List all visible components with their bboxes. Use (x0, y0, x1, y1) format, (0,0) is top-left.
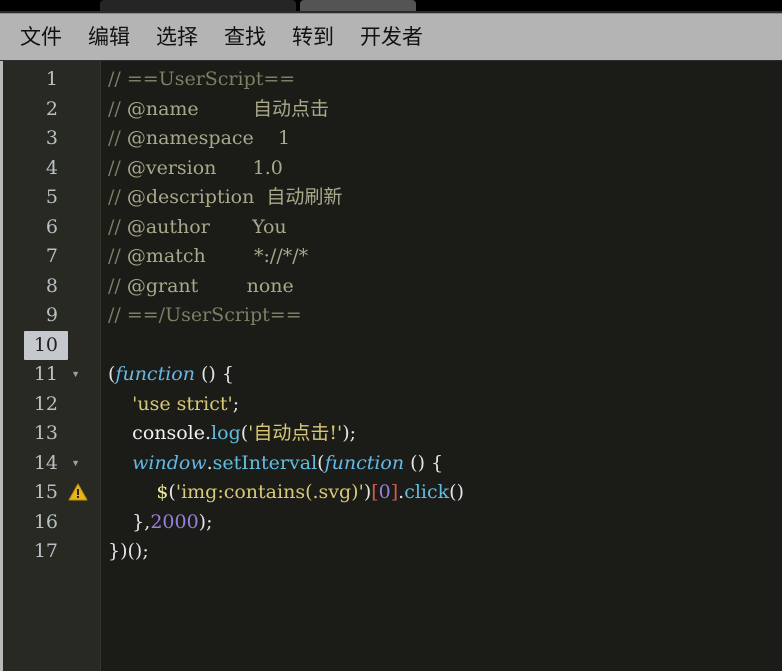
line-number-cell[interactable]: 7 (3, 242, 100, 272)
line-number: 8 (45, 274, 58, 297)
line-number: 5 (45, 186, 58, 208)
menu-edit[interactable]: 编辑 (88, 26, 130, 48)
line-number-current: 10 (23, 330, 68, 360)
line-number: 17 (33, 540, 58, 562)
line-number-cell[interactable]: 12 (3, 390, 100, 420)
line-number: 13 (33, 422, 58, 444)
warning-icon[interactable] (68, 483, 88, 502)
code-text: window.setInterval(function () { (132, 451, 444, 474)
line-number-cell[interactable]: 3 (3, 124, 100, 154)
code-text: 'use strict'; (132, 392, 240, 415)
line-number-cell[interactable]: 17 (3, 537, 100, 567)
code-text: // @version 1.0 (108, 156, 283, 179)
code-text: console.log('自动点击!'); (132, 422, 357, 444)
menu-bar: 文件 编辑 选择 查找 转到 开发者 (0, 13, 782, 61)
line-number: 1 (45, 68, 58, 90)
menu-developer[interactable]: 开发者 (360, 26, 423, 48)
code-line-11[interactable]: 11 ▼ (function () { (3, 360, 782, 390)
line-number-cell[interactable]: 15 (3, 478, 100, 508)
code-line-3[interactable]: 3 // @namespace 1 (3, 124, 782, 154)
window-tab-strip (0, 0, 782, 13)
code-line-1[interactable]: 1 // ==UserScript== (3, 65, 782, 95)
code-line-4[interactable]: 4 // @version 1.0 (3, 154, 782, 184)
line-number: 14 (33, 451, 58, 474)
code-line-12[interactable]: 12 'use strict'; (3, 390, 782, 420)
line-number: 9 (45, 304, 58, 326)
code-line-9[interactable]: 9 // ==/UserScript== (3, 301, 782, 331)
line-number-cell[interactable]: 14 ▼ (3, 449, 100, 479)
menu-selection[interactable]: 选择 (156, 26, 198, 48)
line-number: 2 (45, 97, 58, 120)
code-line-17[interactable]: 17 })(); (3, 537, 782, 567)
code-text: // @name 自动点击 (108, 97, 330, 120)
code-text: })(); (108, 540, 149, 562)
line-number-cell[interactable]: 11 ▼ (3, 360, 100, 390)
line-number: 3 (45, 127, 58, 149)
line-number: 7 (45, 245, 58, 267)
menu-goto[interactable]: 转到 (292, 26, 334, 48)
editor-lines: 1 // ==UserScript== 2 // @name 自动点击 3 //… (3, 61, 782, 567)
line-number-cell[interactable]: 2 (3, 95, 100, 125)
line-number-cell[interactable]: 8 (3, 272, 100, 302)
chevron-down-icon[interactable]: ▼ (71, 449, 80, 479)
code-text: },2000); (132, 510, 213, 533)
code-line-6[interactable]: 6 // @author You (3, 213, 782, 243)
code-text: // ==/UserScript== (108, 304, 302, 326)
code-line-10[interactable]: 10 (3, 330, 782, 361)
code-text: $('img:contains(.svg)')[0].click() (156, 481, 464, 503)
line-number: 15 (33, 481, 58, 503)
warning-triangle-svg (68, 483, 88, 501)
line-number-cell[interactable]: 5 (3, 183, 100, 213)
menu-find[interactable]: 查找 (224, 26, 266, 48)
code-text: // @description 自动刷新 (108, 186, 343, 208)
line-number-cell[interactable]: 4 (3, 154, 100, 184)
line-number: 11 (33, 363, 58, 385)
code-line-16[interactable]: 16 },2000); (3, 508, 782, 538)
code-line-15[interactable]: 15 $('img:contains(.svg)')[0].click() (3, 478, 782, 508)
code-line-7[interactable]: 7 // @match *://*/* (3, 242, 782, 272)
code-text: // @author You (108, 215, 287, 238)
code-text: (function () { (108, 363, 234, 385)
line-number: 12 (33, 392, 58, 415)
code-line-8[interactable]: 8 // @grant none (3, 272, 782, 302)
code-text: // @grant none (108, 274, 294, 297)
line-number-cell[interactable]: 13 (3, 419, 100, 449)
code-editor[interactable]: 1 // ==UserScript== 2 // @name 自动点击 3 //… (0, 61, 782, 671)
line-number-cell[interactable]: 16 (3, 508, 100, 538)
code-text: // @match *://*/* (108, 245, 309, 267)
line-number-cell[interactable]: 10 (3, 330, 100, 360)
code-line-13[interactable]: 13 console.log('自动点击!'); (3, 419, 782, 449)
tab-strip-underline (0, 11, 782, 13)
line-number-cell[interactable]: 1 (3, 65, 100, 95)
line-number: 4 (45, 156, 58, 179)
code-line-2[interactable]: 2 // @name 自动点击 (3, 95, 782, 125)
line-number: 6 (45, 215, 58, 238)
code-line-5[interactable]: 5 // @description 自动刷新 (3, 183, 782, 213)
code-line-14[interactable]: 14 ▼ window.setInterval(function () { (3, 449, 782, 479)
line-number-cell[interactable]: 9 (3, 301, 100, 331)
line-number: 16 (33, 510, 58, 533)
chevron-down-icon[interactable]: ▼ (71, 360, 80, 390)
code-text: // ==UserScript== (108, 68, 296, 90)
code-text: // @namespace 1 (108, 127, 291, 149)
line-number-cell[interactable]: 6 (3, 213, 100, 243)
menu-file[interactable]: 文件 (20, 26, 62, 48)
